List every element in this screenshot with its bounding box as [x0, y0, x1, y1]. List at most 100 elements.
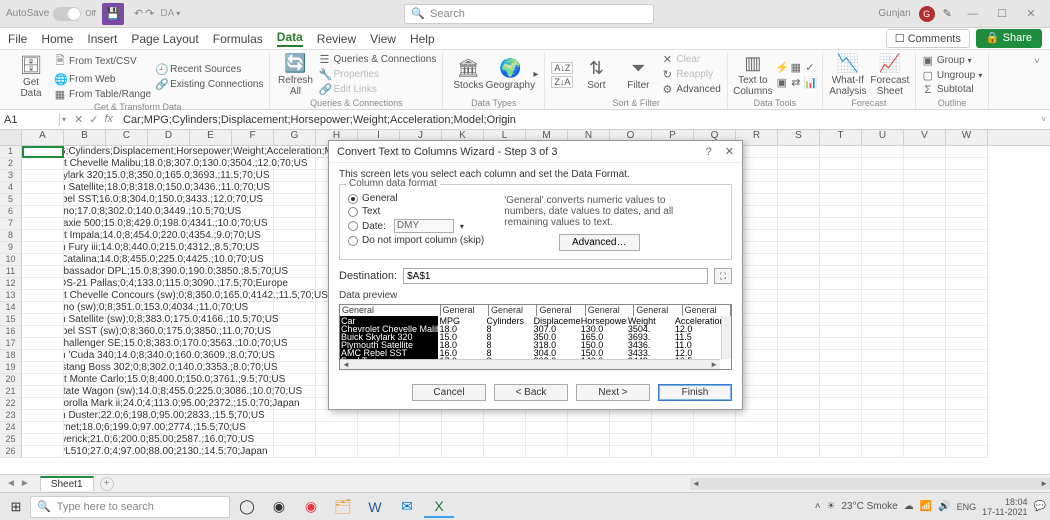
cell[interactable] [946, 410, 988, 422]
cell[interactable] [904, 434, 946, 446]
cell[interactable] [736, 434, 778, 446]
cell[interactable] [736, 422, 778, 434]
row-header[interactable]: 4 [0, 182, 22, 194]
cell[interactable] [778, 266, 820, 278]
cell[interactable] [22, 362, 64, 374]
cell[interactable] [442, 434, 484, 446]
task-view-icon[interactable]: ◯ [232, 496, 262, 518]
cell[interactable] [946, 326, 988, 338]
row-header[interactable]: 10 [0, 254, 22, 266]
cell[interactable] [694, 422, 736, 434]
geography-button[interactable]: 🌍Geography [491, 52, 529, 97]
cell[interactable] [736, 410, 778, 422]
cell[interactable] [484, 434, 526, 446]
comments-button[interactable]: ☐ Comments [886, 29, 970, 48]
cell[interactable] [22, 410, 64, 422]
cell[interactable] [820, 314, 862, 326]
clear-filter-button[interactable]: ✕Clear [661, 53, 720, 66]
select-all-corner[interactable] [0, 130, 22, 145]
cell[interactable] [568, 434, 610, 446]
cell[interactable] [862, 158, 904, 170]
tray-chevron-icon[interactable]: ˄ [815, 501, 821, 512]
cell[interactable] [820, 278, 862, 290]
collapse-ribbon-icon[interactable]: ˅ [1030, 52, 1044, 109]
cell[interactable] [568, 422, 610, 434]
cell[interactable] [274, 206, 316, 218]
tab-review[interactable]: Review [317, 32, 356, 46]
sort-za-icon[interactable]: Z↓A [551, 76, 573, 88]
name-box[interactable]: A1 [0, 114, 60, 126]
validation-icon[interactable]: ✓ [804, 61, 816, 74]
cancel-formula-icon[interactable]: ✕ [74, 113, 83, 126]
cell[interactable] [946, 362, 988, 374]
cell[interactable] [442, 446, 484, 458]
cell[interactable] [274, 170, 316, 182]
consolidate-icon[interactable]: ▣ [776, 76, 788, 89]
cell[interactable] [946, 182, 988, 194]
cell[interactable] [862, 230, 904, 242]
cell[interactable] [862, 446, 904, 458]
notifications-icon[interactable]: 💬 [1034, 501, 1046, 512]
cell[interactable] [820, 422, 862, 434]
cell[interactable] [652, 410, 694, 422]
cell[interactable] [778, 398, 820, 410]
row-header[interactable]: 1 [0, 146, 22, 158]
cell[interactable] [946, 158, 988, 170]
cell[interactable] [946, 398, 988, 410]
cell[interactable] [274, 434, 316, 446]
row-header[interactable]: 16 [0, 326, 22, 338]
row-header[interactable]: 18 [0, 350, 22, 362]
cell[interactable] [22, 338, 64, 350]
preview-column-header[interactable]: General [683, 305, 731, 316]
cell[interactable] [778, 386, 820, 398]
row-header[interactable]: 20 [0, 374, 22, 386]
cell[interactable] [610, 446, 652, 458]
cell[interactable] [778, 362, 820, 374]
sort-button[interactable]: ⇅Sort [577, 52, 615, 97]
column-header[interactable]: S [778, 130, 820, 145]
cell[interactable] [778, 158, 820, 170]
column-header[interactable]: W [946, 130, 988, 145]
cell[interactable] [274, 194, 316, 206]
tab-formulas[interactable]: Formulas [213, 32, 263, 46]
cell[interactable] [946, 194, 988, 206]
cell[interactable] [22, 230, 64, 242]
row-header[interactable]: 7 [0, 218, 22, 230]
cell[interactable] [904, 278, 946, 290]
search-input[interactable]: 🔍 Search [404, 4, 654, 24]
cell[interactable] [862, 338, 904, 350]
cell[interactable] [316, 446, 358, 458]
row-header[interactable]: 11 [0, 266, 22, 278]
cell[interactable] [484, 446, 526, 458]
cell[interactable] [904, 362, 946, 374]
advanced-filter-button[interactable]: ⚙Advanced [661, 83, 720, 96]
tab-home[interactable]: Home [41, 32, 73, 46]
tab-insert[interactable]: Insert [87, 32, 117, 46]
cell[interactable] [946, 146, 988, 158]
cell[interactable] [22, 266, 64, 278]
sheet-nav-prev-icon[interactable]: ◄ [6, 478, 16, 489]
cell[interactable] [862, 374, 904, 386]
minimize-icon[interactable]: — [960, 8, 986, 20]
data-preview[interactable]: GeneralGeneralGeneralGeneralGeneralGener… [339, 304, 732, 370]
cell[interactable] [22, 446, 64, 458]
cell[interactable] [358, 422, 400, 434]
cell[interactable] [904, 314, 946, 326]
cell[interactable] [694, 410, 736, 422]
cell[interactable] [862, 242, 904, 254]
namebox-dropdown-icon[interactable]: ▾ [60, 115, 68, 124]
preview-column-header[interactable]: General [537, 305, 585, 316]
cell[interactable] [778, 206, 820, 218]
weather-icon[interactable]: ☀ [827, 501, 836, 512]
cell[interactable] [862, 194, 904, 206]
cell[interactable] [946, 338, 988, 350]
row-header[interactable]: 19 [0, 362, 22, 374]
preview-column[interactable]: Cylinders88888 [486, 316, 533, 359]
cell[interactable] [904, 446, 946, 458]
tray-onedrive-icon[interactable]: ☁ [904, 501, 914, 512]
cell[interactable] [568, 410, 610, 422]
cell[interactable] [22, 254, 64, 266]
cell[interactable] [400, 422, 442, 434]
row-header[interactable]: 12 [0, 278, 22, 290]
cell[interactable] [274, 350, 316, 362]
